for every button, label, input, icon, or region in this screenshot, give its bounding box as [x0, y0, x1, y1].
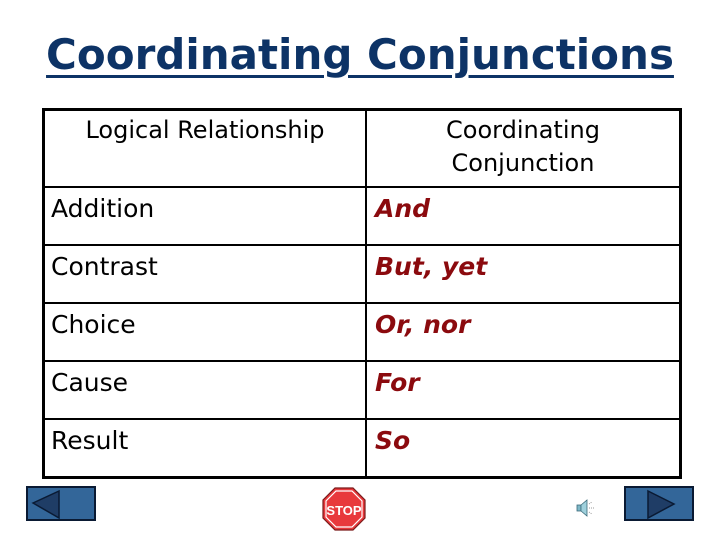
next-slide-button[interactable] [624, 486, 694, 521]
conjunction-cell: And [365, 186, 682, 246]
speaker-icon [576, 499, 594, 517]
relationship-cell: Cause [42, 360, 367, 420]
conjunction-cell: So [365, 418, 682, 479]
relationship-cell: Choice [42, 302, 367, 362]
slide-title: Coordinating Conjunctions [0, 30, 720, 80]
header-coordinating-conjunction: Coordinating Conjunction [365, 108, 682, 188]
stop-sign-icon: STOP [322, 487, 366, 531]
triangle-right-icon [647, 489, 676, 520]
speaker-button[interactable] [575, 497, 597, 519]
table-row: Cause For [42, 360, 682, 420]
stop-label: STOP [326, 503, 361, 518]
conjunction-cell: For [365, 360, 682, 420]
relationship-cell: Result [42, 418, 367, 479]
table-row: Addition And [42, 186, 682, 246]
slide-title-text: Coordinating Conjunctions [46, 30, 674, 79]
stop-button[interactable]: STOP [322, 487, 366, 531]
table-row: Choice Or, nor [42, 302, 682, 362]
header-logical-relationship: Logical Relationship [42, 108, 367, 188]
table-row: Result So [42, 418, 682, 479]
table-row: Contrast But, yet [42, 244, 682, 304]
conjunctions-table: Logical Relationship Coordinating Conjun… [42, 108, 682, 479]
previous-slide-button[interactable] [26, 486, 96, 521]
conjunction-cell: Or, nor [365, 302, 682, 362]
table-header-row: Logical Relationship Coordinating Conjun… [42, 108, 682, 188]
triangle-left-icon [31, 489, 60, 520]
relationship-cell: Addition [42, 186, 367, 246]
conjunction-cell: But, yet [365, 244, 682, 304]
relationship-cell: Contrast [42, 244, 367, 304]
